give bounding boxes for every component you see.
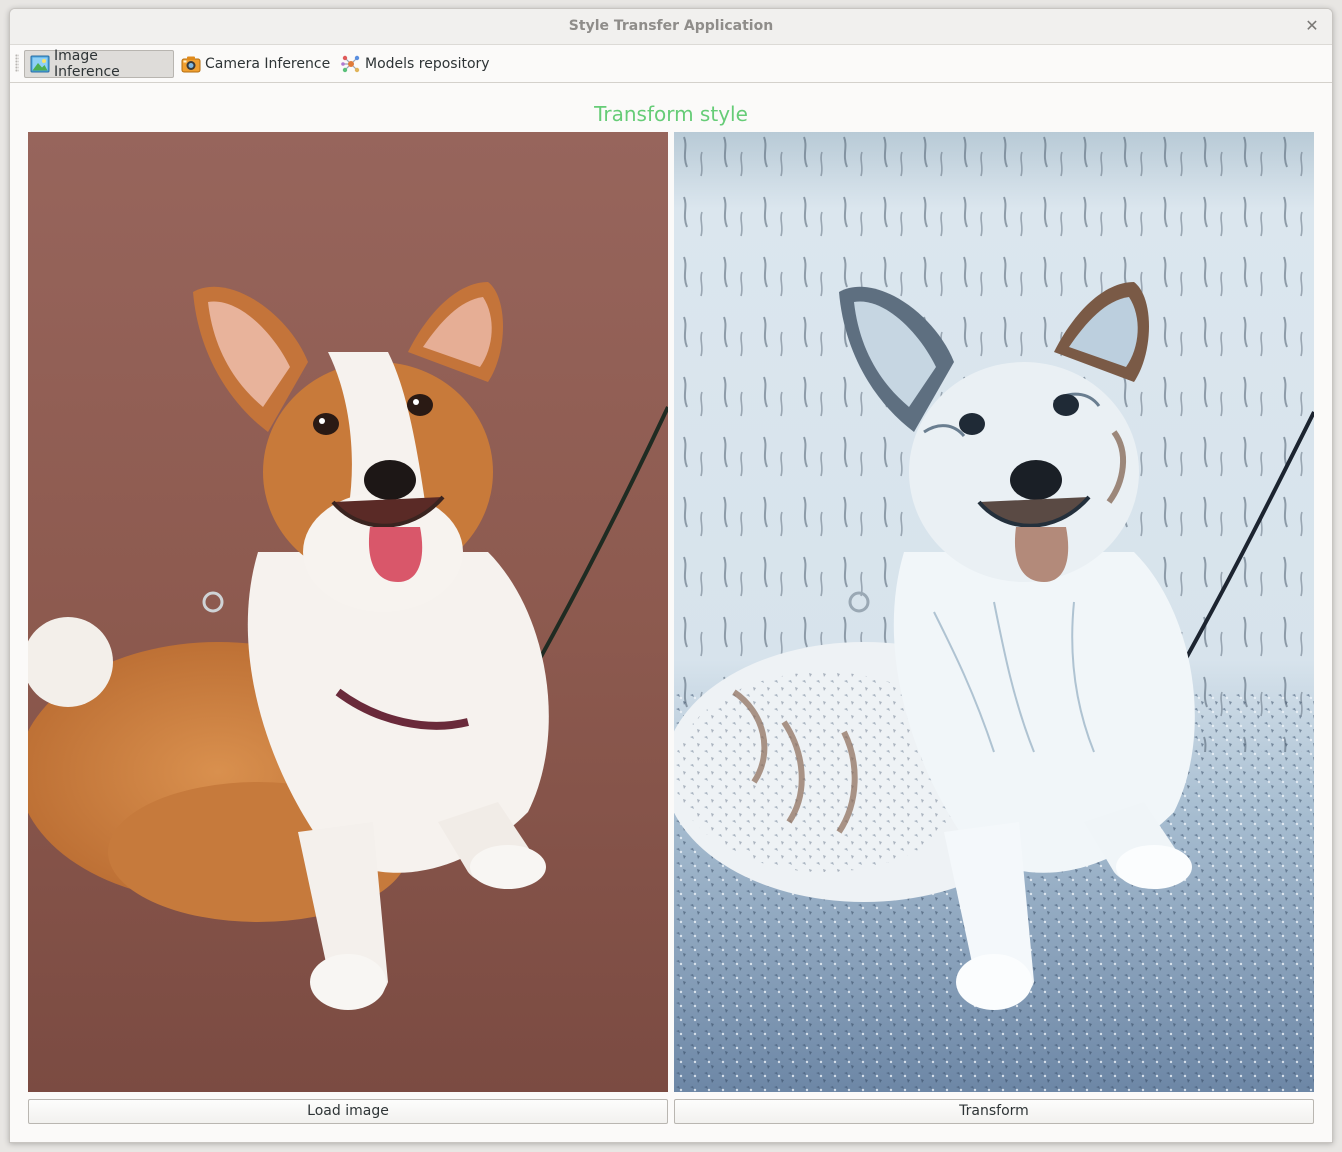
styled-image: [674, 132, 1314, 1092]
tab-camera-inference-label: Camera Inference: [205, 56, 331, 72]
window-title: Style Transfer Application: [568, 18, 774, 34]
tab-camera-inference[interactable]: Camera Inference: [175, 50, 336, 78]
load-image-button[interactable]: Load image: [28, 1099, 668, 1124]
styled-image-art: [674, 132, 1314, 1092]
transform-button[interactable]: Transform: [674, 1099, 1314, 1124]
tab-models-repository-label: Models repository: [365, 56, 490, 72]
close-icon[interactable]: ✕: [1302, 16, 1322, 36]
app-window: Style Transfer Application ✕ Image Infer…: [9, 8, 1333, 1143]
toolbar: Image Inference Camera Inference Models …: [10, 45, 1332, 83]
page-heading: Transform style: [594, 102, 748, 126]
tab-image-inference-label: Image Inference: [54, 48, 120, 80]
source-image: [28, 132, 668, 1092]
toolbar-grip[interactable]: [15, 54, 19, 72]
title-bar[interactable]: Style Transfer Application ✕: [10, 9, 1332, 45]
tab-image-inference[interactable]: Image Inference: [24, 48, 174, 80]
source-image-art: [28, 132, 668, 1092]
camera-icon: [181, 54, 201, 74]
models-icon: [341, 54, 361, 74]
image-icon: [30, 54, 50, 74]
tab-models-repository[interactable]: Models repository: [335, 50, 496, 78]
